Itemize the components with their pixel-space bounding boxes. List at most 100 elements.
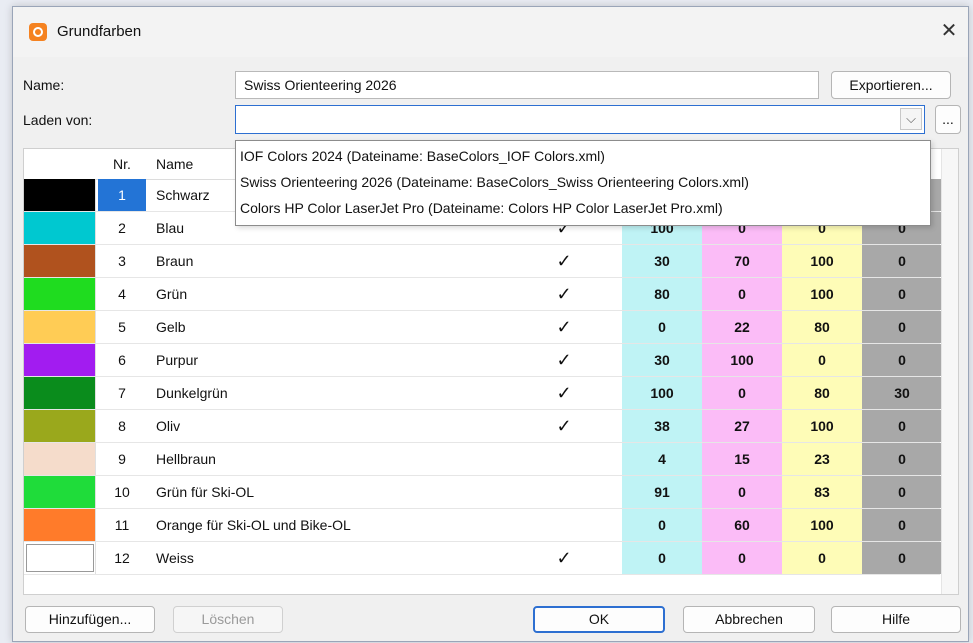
color-swatch[interactable] [24,443,96,475]
table-row[interactable]: 11 Orange für Ski-OL und Bike-OL 0 60 100 0 [24,509,942,542]
row-name[interactable]: Braun [156,245,506,277]
black-value[interactable]: 0 [862,311,942,343]
browse-button[interactable]: ... [935,105,961,134]
black-value[interactable]: 0 [862,410,942,442]
black-value[interactable]: 0 [862,344,942,376]
black-value[interactable]: 0 [862,476,942,508]
cyan-value[interactable]: 0 [622,542,702,574]
row-check[interactable]: ✓ [514,410,614,442]
table-row[interactable]: 9 Hellbraun 4 15 23 0 [24,443,942,476]
magenta-value[interactable]: 0 [702,278,782,310]
color-swatch[interactable] [24,542,96,574]
cyan-value[interactable]: 0 [622,509,702,541]
row-check[interactable]: ✓ [514,542,614,574]
row-check[interactable]: ✓ [514,245,614,277]
cyan-value[interactable]: 91 [622,476,702,508]
black-value[interactable]: 0 [862,278,942,310]
yellow-value[interactable]: 80 [782,311,862,343]
row-name[interactable]: Grün für Ski-OL [156,476,506,508]
cyan-value[interactable]: 0 [622,311,702,343]
magenta-value[interactable]: 100 [702,344,782,376]
dropdown-option-swiss[interactable]: Swiss Orienteering 2026 (Dateiname: Base… [236,169,930,195]
name-input[interactable]: Swiss Orienteering 2026 [235,71,819,99]
row-nr: 4 [118,286,126,302]
table-row[interactable]: 10 Grün für Ski-OL 91 0 83 0 [24,476,942,509]
vertical-scrollbar[interactable] [941,149,958,594]
yellow-value[interactable]: 100 [782,278,862,310]
cyan-value[interactable]: 4 [622,443,702,475]
magenta-value[interactable]: 0 [702,476,782,508]
row-check[interactable]: ✓ [514,278,614,310]
close-icon[interactable]: ✕ [932,15,966,47]
yellow-value[interactable]: 100 [782,410,862,442]
color-swatch[interactable] [24,245,96,277]
export-button[interactable]: Exportieren... [831,71,951,99]
cyan-value[interactable]: 100 [622,377,702,409]
row-name[interactable]: Dunkelgrün [156,377,506,409]
cancel-button[interactable]: Abbrechen [683,606,815,633]
yellow-value[interactable]: 100 [782,509,862,541]
color-swatch[interactable] [24,179,96,211]
magenta-value[interactable]: 22 [702,311,782,343]
dropdown-option-hp[interactable]: Colors HP Color LaserJet Pro (Dateiname:… [236,195,930,221]
black-value[interactable]: 0 [862,509,942,541]
yellow-value[interactable]: 23 [782,443,862,475]
row-check[interactable] [514,509,614,541]
delete-button[interactable]: Löschen [173,606,283,633]
color-swatch[interactable] [24,311,96,343]
yellow-value[interactable]: 80 [782,377,862,409]
row-name[interactable]: Weiss [156,542,506,574]
yellow-value[interactable]: 0 [782,542,862,574]
ok-button[interactable]: OK [533,606,665,633]
table-row[interactable]: 5 Gelb ✓ 0 22 80 0 [24,311,942,344]
magenta-value[interactable]: 0 [702,542,782,574]
chevron-down-icon[interactable]: ⌵ [900,108,922,130]
row-nr: 1 [98,179,146,211]
table-row[interactable]: 12 Weiss ✓ 0 0 0 0 [24,542,942,575]
cyan-value[interactable]: 80 [622,278,702,310]
row-check[interactable] [514,476,614,508]
magenta-value[interactable]: 70 [702,245,782,277]
header-nr[interactable]: Nr. [98,149,146,179]
table-row[interactable]: 8 Oliv ✓ 38 27 100 0 [24,410,942,443]
cyan-value[interactable]: 30 [622,245,702,277]
help-button[interactable]: Hilfe [831,606,961,633]
magenta-value[interactable]: 0 [702,377,782,409]
add-button[interactable]: Hinzufügen... [25,606,155,633]
color-swatch[interactable] [24,377,96,409]
row-check[interactable] [514,443,614,475]
black-value[interactable]: 30 [862,377,942,409]
magenta-value[interactable]: 15 [702,443,782,475]
yellow-value[interactable]: 0 [782,344,862,376]
load-from-combobox[interactable]: ⌵ [235,105,925,134]
cyan-value[interactable]: 38 [622,410,702,442]
color-swatch[interactable] [24,344,96,376]
row-name[interactable]: Gelb [156,311,506,343]
yellow-value[interactable]: 83 [782,476,862,508]
row-name[interactable]: Oliv [156,410,506,442]
table-row[interactable]: 4 Grün ✓ 80 0 100 0 [24,278,942,311]
row-name[interactable]: Purpur [156,344,506,376]
dropdown-option-iof[interactable]: IOF Colors 2024 (Dateiname: BaseColors_I… [236,143,930,169]
color-swatch[interactable] [24,476,96,508]
color-swatch[interactable] [24,410,96,442]
black-value[interactable]: 0 [862,245,942,277]
row-name[interactable]: Orange für Ski-OL und Bike-OL [156,509,506,541]
black-value[interactable]: 0 [862,443,942,475]
row-name[interactable]: Grün [156,278,506,310]
table-row[interactable]: 6 Purpur ✓ 30 100 0 0 [24,344,942,377]
color-swatch[interactable] [24,509,96,541]
color-swatch[interactable] [24,212,96,244]
row-check[interactable]: ✓ [514,344,614,376]
black-value[interactable]: 0 [862,542,942,574]
table-row[interactable]: 7 Dunkelgrün ✓ 100 0 80 30 [24,377,942,410]
row-check[interactable]: ✓ [514,311,614,343]
row-check[interactable]: ✓ [514,377,614,409]
magenta-value[interactable]: 27 [702,410,782,442]
table-row[interactable]: 3 Braun ✓ 30 70 100 0 [24,245,942,278]
row-name[interactable]: Hellbraun [156,443,506,475]
color-swatch[interactable] [24,278,96,310]
cyan-value[interactable]: 30 [622,344,702,376]
magenta-value[interactable]: 60 [702,509,782,541]
yellow-value[interactable]: 100 [782,245,862,277]
